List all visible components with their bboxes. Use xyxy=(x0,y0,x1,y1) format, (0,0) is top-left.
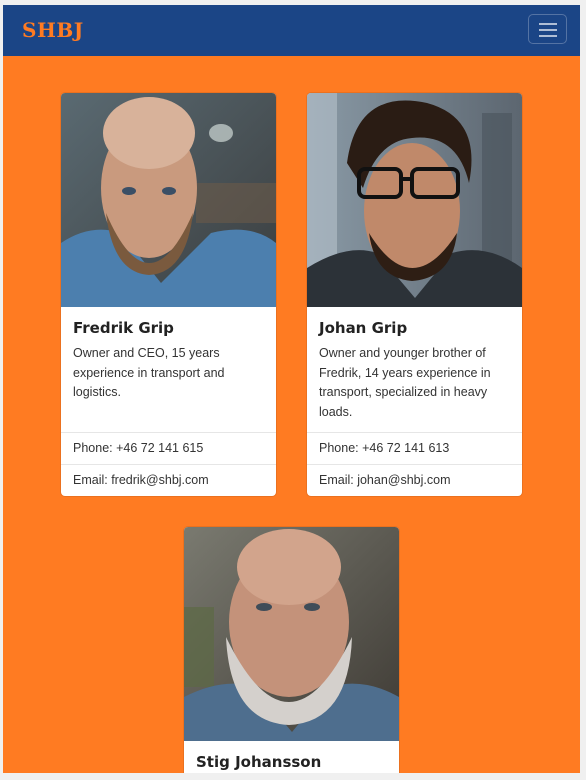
card-description: Owner and CEO, 15 years experience in tr… xyxy=(73,346,225,399)
menu-toggle-button[interactable] xyxy=(528,14,567,44)
card-name: Johan Grip xyxy=(319,319,408,337)
portrait-photo xyxy=(61,93,276,307)
portrait-photo xyxy=(184,527,399,741)
card-name: Stig Johansson xyxy=(196,753,322,771)
team-card-fredrik: Fredrik Grip Owner and CEO, 15 years exp… xyxy=(61,93,276,496)
phone-item: Phone: +46 72 141 615 xyxy=(61,432,276,464)
team-card-johan: Johan Grip Owner and younger brother of … xyxy=(307,93,522,496)
navbar: SHBJ xyxy=(3,5,580,56)
phone-item: Phone: +46 72 141 613 xyxy=(307,432,522,464)
page-frame: SHBJ Fredrik Grip Owner and CEO, 15 year… xyxy=(3,5,580,773)
card-name: Fredrik Grip xyxy=(73,319,174,337)
portrait-photo xyxy=(307,93,522,307)
brand-logo[interactable]: SHBJ xyxy=(22,18,84,42)
email-item: Email: johan@shbj.com xyxy=(307,464,522,496)
team-card-stig: Stig Johansson xyxy=(184,527,399,773)
email-item: Email: fredrik@shbj.com xyxy=(61,464,276,496)
card-description: Owner and younger brother of Fredrik, 14… xyxy=(319,346,491,419)
